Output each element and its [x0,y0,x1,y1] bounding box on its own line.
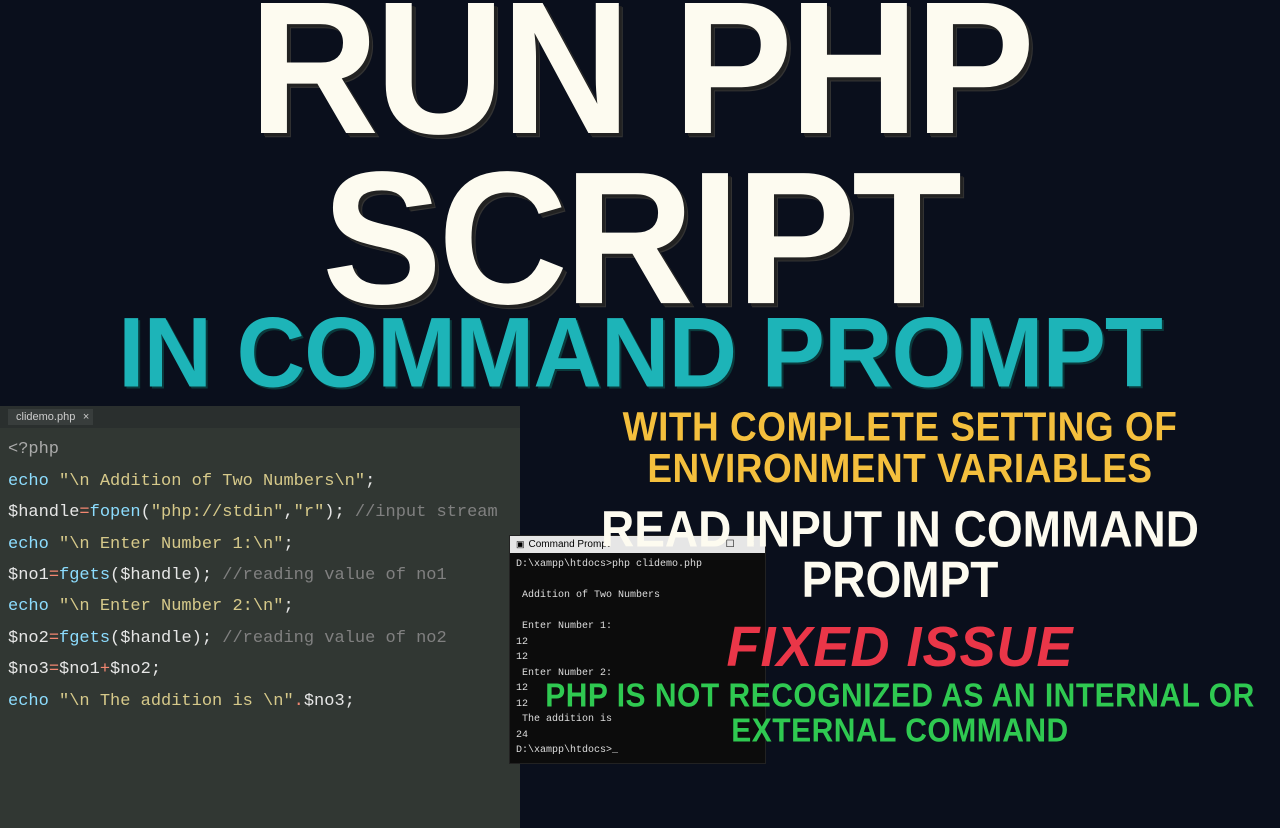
caption-fixed-issue: FIXED ISSUE [534,614,1266,679]
editor-body: <?php echo "\n Addition of Two Numbers\n… [0,428,520,828]
title-main: RUN PHP SCRIPT [0,0,1280,324]
code-editor: clidemo.php × <?php echo "\n Addition of… [0,406,520,828]
editor-tab-label: clidemo.php [16,411,75,423]
title-sub: IN COMMAND PROMPT [0,306,1280,401]
editor-tab-bar: clidemo.php × [0,406,520,428]
caption-env-vars: WITH COMPLETE SETTING OF ENVIRONMENT VAR… [534,406,1266,489]
caption-read-input: READ INPUT IN COMMAND PROMPT [534,503,1266,604]
close-icon[interactable]: × [83,411,89,423]
editor-tab[interactable]: clidemo.php × [8,409,93,425]
right-column: WITH COMPLETE SETTING OF ENVIRONMENT VAR… [520,406,1280,828]
caption-php-error: PHP IS NOT RECOGNIZED AS AN INTERNAL OR … [534,679,1266,748]
